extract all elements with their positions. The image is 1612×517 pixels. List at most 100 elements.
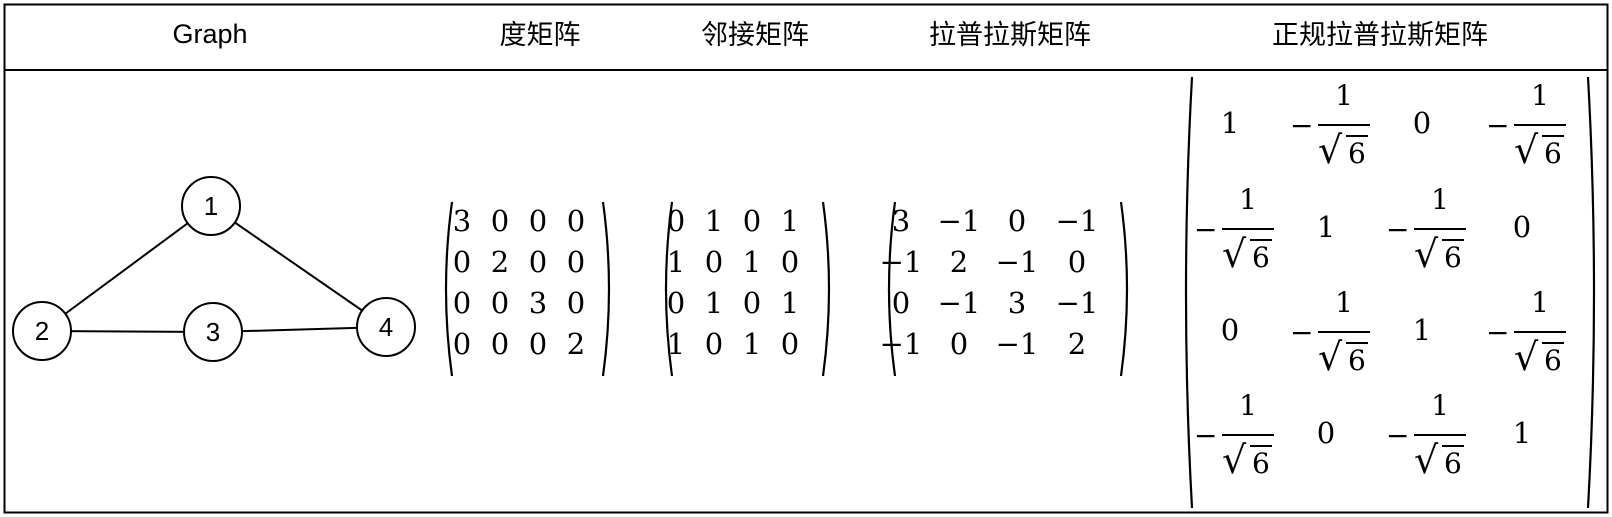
matrix-cell: 3 xyxy=(891,204,911,238)
right-paren xyxy=(821,201,831,377)
graph-edge-1-4 xyxy=(210,205,387,328)
fraction-bar xyxy=(1414,228,1466,230)
right-paren xyxy=(1586,76,1596,509)
sqrt-sign: √ xyxy=(1222,438,1247,482)
matrix-cell: −1 xyxy=(879,245,923,279)
graph-node-label-4: 4 xyxy=(379,312,393,342)
matrix-cell-fraction: −1 √ 6 xyxy=(1486,79,1578,175)
minus-sign: − xyxy=(1290,316,1314,349)
sqrt-radicand: 6 xyxy=(1542,342,1564,377)
minus-sign: − xyxy=(1486,109,1510,142)
matrix-cell-fraction: −1 √ 6 xyxy=(1486,286,1578,382)
matrix-cell: 0 xyxy=(949,327,969,361)
degree-matrix: 3000020000300002 xyxy=(440,200,615,378)
sqrt-radicand: 6 xyxy=(1346,135,1368,170)
matrix-cell: −1 xyxy=(1055,204,1099,238)
header-degree-matrix: 度矩阵 xyxy=(499,20,581,51)
fraction-bar xyxy=(1222,228,1274,230)
fraction-numerator: 1 xyxy=(1531,79,1549,112)
fraction-numerator: 1 xyxy=(1335,79,1353,112)
matrix-cell-fraction: −1 √ 6 xyxy=(1290,79,1382,175)
fraction-numerator: 1 xyxy=(1531,286,1549,319)
matrix-cell: 1 xyxy=(780,204,800,238)
minus-sign: − xyxy=(1386,213,1410,246)
minus-sign: − xyxy=(1486,316,1510,349)
matrix-cell: 1 xyxy=(1512,416,1532,450)
matrix-cell-fraction: −1 √ 6 xyxy=(1386,389,1478,485)
matrix-cell: 0 xyxy=(566,204,586,238)
matrix-cell: −1 xyxy=(937,286,981,320)
fraction-bar xyxy=(1318,331,1370,333)
minus-sign: − xyxy=(1194,419,1218,452)
fraction-bar xyxy=(1318,124,1370,126)
header-graph: Graph xyxy=(172,19,248,49)
sqrt-sign: √ xyxy=(1222,232,1247,276)
fraction-numerator: 1 xyxy=(1335,286,1353,319)
sqrt-radicand: 6 xyxy=(1442,239,1464,274)
minus-sign: − xyxy=(1194,213,1218,246)
matrix-cell: 0 xyxy=(1067,245,1087,279)
matrix-cell: 0 xyxy=(1220,313,1240,347)
fraction-bar xyxy=(1414,434,1466,436)
matrix-cell: 1 xyxy=(1220,106,1240,140)
graph-nodes: 1 2 3 4 xyxy=(12,176,416,362)
sqrt-radicand: 6 xyxy=(1250,239,1272,274)
matrix-cell-fraction: −1 √ 6 xyxy=(1386,183,1478,279)
matrix-cell: 1 xyxy=(1316,210,1336,244)
fraction-numerator: 1 xyxy=(1431,183,1449,216)
matrix-cell: 0 xyxy=(780,327,800,361)
matrix-cell-fraction: −1 √ 6 xyxy=(1194,183,1286,279)
header-laplacian-matrix: 拉普拉斯矩阵 xyxy=(929,20,1091,51)
minus-sign: − xyxy=(1290,109,1314,142)
matrix-cell: 0 xyxy=(566,286,586,320)
matrix-cell: 0 xyxy=(1007,204,1027,238)
matrix-cell: 1 xyxy=(1412,313,1432,347)
matrix-cell: 1 xyxy=(780,286,800,320)
graph-node-label-1: 1 xyxy=(204,191,218,221)
sqrt-sign: √ xyxy=(1414,438,1439,482)
matrix-cell-fraction: −1 √ 6 xyxy=(1194,389,1286,485)
matrix-cell-fraction: −1 √ 6 xyxy=(1290,286,1382,382)
matrix-cell: 0 xyxy=(1316,416,1336,450)
matrix-cell: −1 xyxy=(995,245,1039,279)
fraction-bar xyxy=(1514,331,1566,333)
sqrt-radicand: 6 xyxy=(1346,342,1368,377)
fraction-numerator: 1 xyxy=(1239,183,1257,216)
sqrt-radicand: 6 xyxy=(1542,135,1564,170)
matrix-cell: −1 xyxy=(995,327,1039,361)
laplacian-matrix: 3 −1 0 −1 −1 2 −1 0 0 −1 3 −1 −1 0 −1 2 xyxy=(880,200,1133,378)
fraction-numerator: 1 xyxy=(1431,389,1449,422)
right-paren xyxy=(1119,201,1129,377)
matrix-cell: 2 xyxy=(1067,327,1087,361)
matrix-cell: −1 xyxy=(937,204,981,238)
minus-sign: − xyxy=(1386,419,1410,452)
matrix-cell: 0 xyxy=(891,286,911,320)
fraction-bar xyxy=(1222,434,1274,436)
header-adjacency-matrix: 邻接矩阵 xyxy=(701,20,809,51)
sqrt-radicand: 6 xyxy=(1442,445,1464,480)
sqrt-sign: √ xyxy=(1514,128,1539,172)
sqrt-sign: √ xyxy=(1318,335,1343,379)
adjacency-matrix: 0101101001011010 xyxy=(660,200,835,378)
matrix-cell: 0 xyxy=(566,245,586,279)
left-paren xyxy=(1184,76,1194,509)
matrix-cell: 0 xyxy=(780,245,800,279)
sqrt-sign: √ xyxy=(1318,128,1343,172)
matrix-cell: 0 xyxy=(1412,106,1432,140)
graph-node-label-3: 3 xyxy=(206,317,220,347)
header-normalized-laplacian: 正规拉普拉斯矩阵 xyxy=(1272,20,1488,51)
graph-drawing: 1 2 3 4 xyxy=(12,176,416,362)
matrix-cell: −1 xyxy=(1055,286,1099,320)
graph-node-label-2: 2 xyxy=(35,316,49,346)
fraction-bar xyxy=(1514,124,1566,126)
matrix-cell: 2 xyxy=(949,245,969,279)
graph-edge-1-2 xyxy=(41,205,212,332)
sqrt-sign: √ xyxy=(1514,335,1539,379)
sqrt-radicand: 6 xyxy=(1250,445,1272,480)
matrix-cell: −1 xyxy=(879,327,923,361)
fraction-numerator: 1 xyxy=(1239,389,1257,422)
normalized-laplacian-matrix: 1−1 √ 6 0−1 √ 6−1 √ 6 1−1 √ 6 0 0−1 √ 6 1−1 √ 6−1 √ 6 0−1 √ 6 1 xyxy=(1180,75,1600,510)
sqrt-sign: √ xyxy=(1414,232,1439,276)
matrix-cell: 0 xyxy=(1512,210,1532,244)
matrix-cell: 2 xyxy=(566,327,586,361)
